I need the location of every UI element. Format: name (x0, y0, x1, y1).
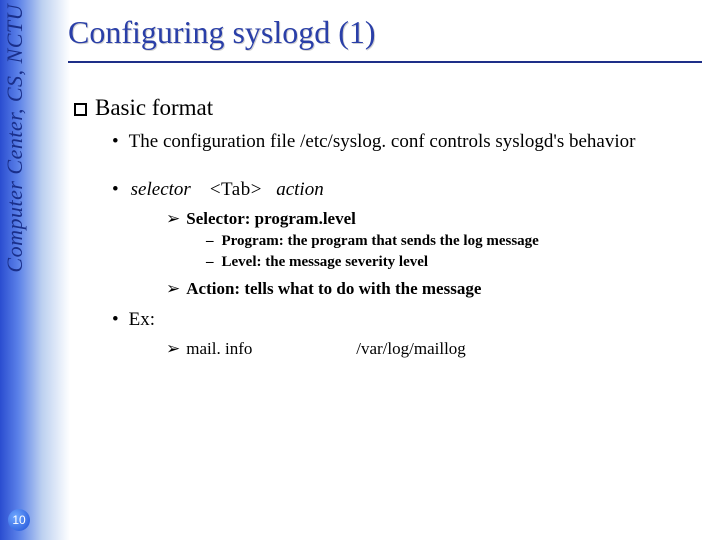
example-selector: mail. info (186, 339, 356, 359)
bullet-dot-icon: • (112, 131, 119, 152)
selector-word: selector (131, 179, 191, 200)
sub-text: Action: tells what to do with the messag… (186, 279, 481, 298)
arrow-bullet-icon: ➢ (166, 339, 180, 358)
example-action: /var/log/maillog (356, 339, 466, 358)
sub-action-heading: ➢ Action: tells what to do with the messa… (68, 279, 702, 299)
bullet-example: • Ex: (68, 309, 702, 331)
page-number-badge: 10 (8, 509, 30, 531)
slide-title: Configuring syslogd (1) (68, 14, 702, 51)
content-area: Configuring syslogd (1) Basic format • Th… (68, 14, 702, 359)
bullet-dot-icon: • (112, 179, 119, 200)
bullet-config-file: • The configuration file /etc/syslog. con… (68, 131, 702, 153)
subsub-program: –Program: the program that sends the log… (68, 233, 702, 250)
slide: Computer Center, CS, NCTU 10 Configuring… (0, 0, 720, 540)
dash-bullet-icon: – (206, 233, 214, 249)
bullet-dot-icon: • (112, 309, 119, 330)
subsub-text: Level: the message severity level (222, 254, 429, 270)
sidebar-org-text: Computer Center, CS, NCTU (2, 4, 28, 273)
arrow-bullet-icon: ➢ (166, 279, 180, 298)
heading-basic-format: Basic format (68, 95, 702, 121)
square-bullet-icon (74, 103, 87, 116)
bullet-text: Ex: (129, 309, 155, 330)
tab-separator: <Tab> (210, 179, 262, 200)
dash-bullet-icon: – (206, 254, 214, 270)
bullet-text: The configuration file /etc/syslog. conf… (129, 131, 636, 152)
example-line: ➢ mail. info/var/log/maillog (68, 339, 702, 359)
sub-text: Selector: program.level (186, 209, 356, 228)
bullet-selector-action: • selector <Tab> action (68, 179, 702, 201)
title-divider (68, 61, 702, 63)
slide-body: Basic format • The configuration file /et… (68, 95, 702, 359)
subsub-level: –Level: the message severity level (68, 254, 702, 271)
heading-text: Basic format (95, 95, 213, 120)
action-word: action (276, 179, 324, 200)
subsub-text: Program: the program that sends the log … (222, 233, 539, 249)
arrow-bullet-icon: ➢ (166, 209, 180, 228)
sub-selector-heading: ➢ Selector: program.level (68, 209, 702, 229)
